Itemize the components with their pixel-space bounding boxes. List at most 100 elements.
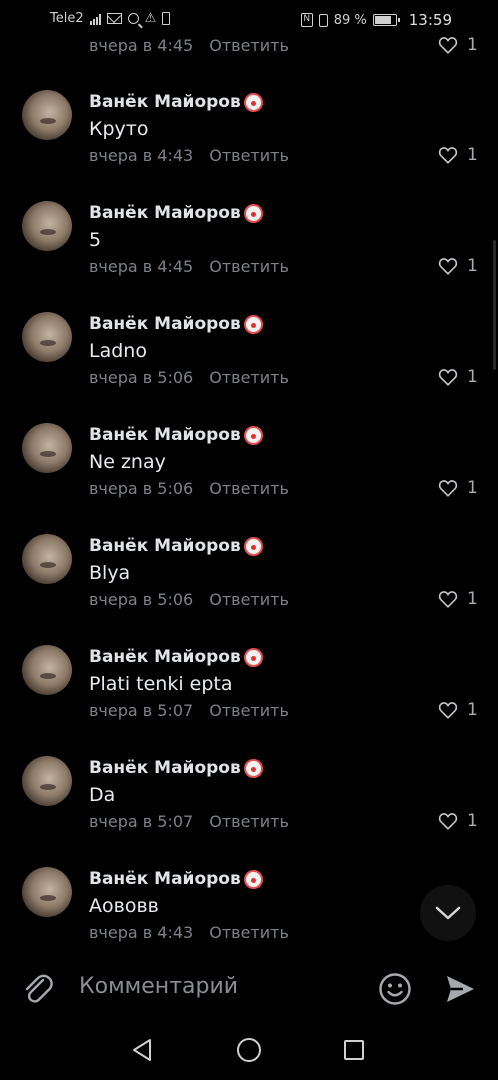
heart-icon	[438, 147, 458, 164]
avatar[interactable]	[22, 645, 72, 695]
comment-composer	[0, 950, 498, 1028]
comment-author[interactable]: Ванёк Майоров	[89, 314, 263, 334]
avatar[interactable]	[22, 90, 72, 140]
comment-timestamp: вчера в 5:07	[89, 812, 194, 831]
comment-author[interactable]: Ванёк Майоров	[89, 758, 263, 778]
like-count: 1	[467, 811, 478, 831]
like-count: 1	[467, 700, 478, 720]
reply-button[interactable]: Ответить	[209, 479, 289, 498]
heart-icon	[438, 480, 458, 497]
back-icon[interactable]	[131, 1038, 153, 1062]
comment-meta: вчера в 5:06 Ответить	[89, 479, 289, 498]
clown-face-icon	[243, 425, 263, 445]
comment-text: Ladno	[89, 340, 147, 362]
heart-icon	[438, 702, 458, 719]
heart-icon	[438, 591, 458, 608]
comment-author[interactable]: Ванёк Майоров	[89, 647, 263, 667]
comment-text: Blya	[89, 562, 131, 584]
smiley-icon[interactable]	[378, 972, 412, 1006]
like-button[interactable]: 1	[438, 35, 478, 55]
home-icon[interactable]	[237, 1038, 261, 1062]
comment-text: Аововв	[89, 895, 159, 917]
comment-meta: вчера в 5:07 Ответить	[89, 701, 289, 720]
like-count: 1	[467, 145, 478, 165]
reply-button[interactable]: Ответить	[209, 368, 289, 387]
comment-text: Ne znay	[89, 451, 166, 473]
comment-author[interactable]: Ванёк Майоров	[89, 203, 263, 223]
avatar[interactable]	[22, 867, 72, 917]
comment-timestamp: вчера в 4:43	[89, 923, 194, 942]
recent-apps-icon[interactable]	[344, 1040, 364, 1060]
comment-author[interactable]: Ванёк Майоров	[89, 869, 263, 889]
comment-item: Ванёк Майоров Blya вчера в 5:06 Ответить …	[0, 534, 498, 645]
like-button[interactable]: 1	[438, 256, 478, 276]
comment-author[interactable]: Ванёк Майоров	[89, 536, 263, 556]
like-button[interactable]: 1	[438, 589, 478, 609]
like-button[interactable]: 1	[438, 811, 478, 831]
comment-meta: вчера в 4:43 Ответить	[89, 923, 289, 942]
like-count: 1	[467, 35, 478, 55]
comment-meta: вчера в 4:43 Ответить	[89, 146, 289, 165]
comment-input[interactable]	[79, 974, 359, 999]
like-count: 1	[467, 589, 478, 609]
heart-icon	[438, 369, 458, 386]
like-button[interactable]: 1	[438, 145, 478, 165]
comment-text: 5	[89, 229, 102, 251]
comment-text: Plati tenki epta	[89, 673, 233, 695]
clown-face-icon	[243, 869, 263, 889]
like-count: 1	[467, 367, 478, 387]
reply-button[interactable]: Ответить	[209, 701, 289, 720]
comment-meta: вчера в 5:06 Ответить	[89, 368, 289, 387]
reply-button[interactable]: Ответить	[209, 36, 289, 55]
avatar[interactable]	[22, 201, 72, 251]
comment-timestamp: вчера в 4:43	[89, 146, 194, 165]
like-button[interactable]: 1	[438, 700, 478, 720]
comment-timestamp: вчера в 5:06	[89, 590, 194, 609]
avatar[interactable]	[22, 534, 72, 584]
comment-item: Ванёк Майоров Ne znay вчера в 5:06 Ответи…	[0, 423, 498, 534]
comment-timestamp: вчера в 4:45	[89, 257, 194, 276]
like-count: 1	[467, 256, 478, 276]
clown-face-icon	[243, 203, 263, 223]
avatar[interactable]	[22, 756, 72, 806]
reply-button[interactable]: Ответить	[209, 590, 289, 609]
send-icon[interactable]	[443, 972, 477, 1006]
scrollbar[interactable]	[493, 240, 496, 370]
heart-icon	[438, 813, 458, 830]
reply-button[interactable]: Ответить	[209, 923, 289, 942]
comment-item: Ванёк Майоров Plati tenki epta вчера в 5…	[0, 645, 498, 756]
reply-button[interactable]: Ответить	[209, 146, 289, 165]
comment-text: Круто	[89, 118, 149, 140]
avatar[interactable]	[22, 312, 72, 362]
like-count: 1	[467, 478, 478, 498]
like-button[interactable]: 1	[438, 478, 478, 498]
comment-meta: вчера в 4:45 Ответить	[89, 257, 289, 276]
scroll-down-button[interactable]	[420, 885, 476, 941]
clown-face-icon	[243, 647, 263, 667]
system-navigation-bar	[0, 1028, 498, 1080]
chevron-down-icon	[435, 906, 461, 920]
paperclip-icon[interactable]	[22, 972, 56, 1006]
comment-timestamp: вчера в 4:45	[89, 36, 194, 55]
comment-timestamp: вчера в 5:06	[89, 368, 194, 387]
reply-button[interactable]: Ответить	[209, 812, 289, 831]
comment-meta: вчера в 4:45 Ответить	[89, 36, 289, 55]
like-button[interactable]: 1	[438, 367, 478, 387]
heart-icon	[438, 37, 458, 54]
clown-face-icon	[243, 92, 263, 112]
comment-text: Da	[89, 784, 116, 806]
comment-timestamp: вчера в 5:06	[89, 479, 194, 498]
clown-face-icon	[243, 314, 263, 334]
comment-item: Ванёк Майоров 5 вчера в 4:45 Ответить 1	[0, 201, 498, 312]
avatar[interactable]	[22, 423, 72, 473]
comment-item: Ванёк Майоров Круто вчера в 4:43 Ответить…	[0, 90, 498, 201]
clown-face-icon	[243, 536, 263, 556]
comment-author[interactable]: Ванёк Майоров	[89, 425, 263, 445]
comment-meta: вчера в 5:06 Ответить	[89, 590, 289, 609]
comment-item: Ванёк Майоров Ladno вчера в 5:06 Ответить…	[0, 312, 498, 423]
comment-timestamp: вчера в 5:07	[89, 701, 194, 720]
heart-icon	[438, 258, 458, 275]
comment-item: Ванёк Майоров Da вчера в 5:07 Ответить 1	[0, 756, 498, 867]
comment-author[interactable]: Ванёк Майоров	[89, 92, 263, 112]
reply-button[interactable]: Ответить	[209, 257, 289, 276]
